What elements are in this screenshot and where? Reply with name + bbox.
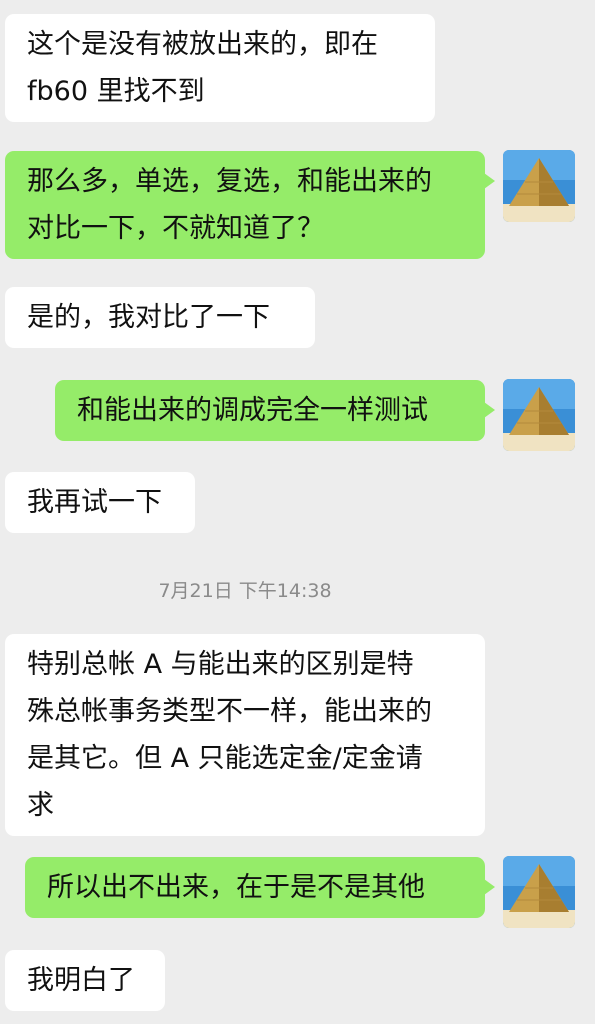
message-line: 这个是没有被放出来的，即在 — [27, 29, 378, 60]
message-line: 是的，我对比了一下 — [27, 302, 270, 333]
pyramid-avatar-icon[interactable] — [503, 856, 575, 928]
incoming-message-bubble[interactable]: 是的，我对比了一下 — [5, 287, 315, 348]
message-line: 那么多，单选，复选，和能出来的 — [27, 166, 432, 197]
outgoing-message-bubble[interactable]: 所以出不出来，在于是不是其他 — [25, 857, 495, 918]
message-line: 所以出不出来，在于是不是其他 — [47, 872, 425, 903]
message-line: 我明白了 — [27, 965, 135, 996]
pyramid-avatar-icon[interactable] — [503, 150, 575, 222]
outgoing-message-bubble[interactable]: 和能出来的调成完全一样测试 — [55, 380, 495, 441]
message-line: 特别总帐 A 与能出来的区别是特 — [27, 649, 414, 680]
message-line: fb60 里找不到 — [27, 76, 205, 107]
timestamp: 7月21日 下午14:38 — [158, 580, 332, 602]
incoming-message-bubble[interactable]: 这个是没有被放出来的，即在 fb60 里找不到 — [5, 14, 435, 122]
incoming-message-bubble[interactable]: 我再试一下 — [5, 472, 195, 533]
message-line: 对比一下，不就知道了？ — [27, 213, 324, 244]
message-line: 和能出来的调成完全一样测试 — [77, 395, 428, 426]
pyramid-avatar-icon[interactable] — [503, 379, 575, 451]
incoming-message-bubble[interactable]: 特别总帐 A 与能出来的区别是特 殊总帐事务类型不一样，能出来的 是其它。但 A… — [5, 634, 485, 836]
incoming-message-bubble[interactable]: 我明白了 — [5, 950, 165, 1011]
message-line: 我再试一下 — [27, 487, 162, 518]
message-line: 殊总帐事务类型不一样，能出来的 — [27, 696, 432, 727]
outgoing-message-bubble[interactable]: 那么多，单选，复选，和能出来的 对比一下，不就知道了？ — [5, 151, 495, 259]
chat-area: 这个是没有被放出来的，即在 fb60 里找不到 那么多，单选，复选，和能出来的 … — [0, 0, 595, 1024]
message-line: 求 — [27, 790, 54, 821]
message-line: 是其它。但 A 只能选定金/定金请 — [27, 743, 423, 774]
